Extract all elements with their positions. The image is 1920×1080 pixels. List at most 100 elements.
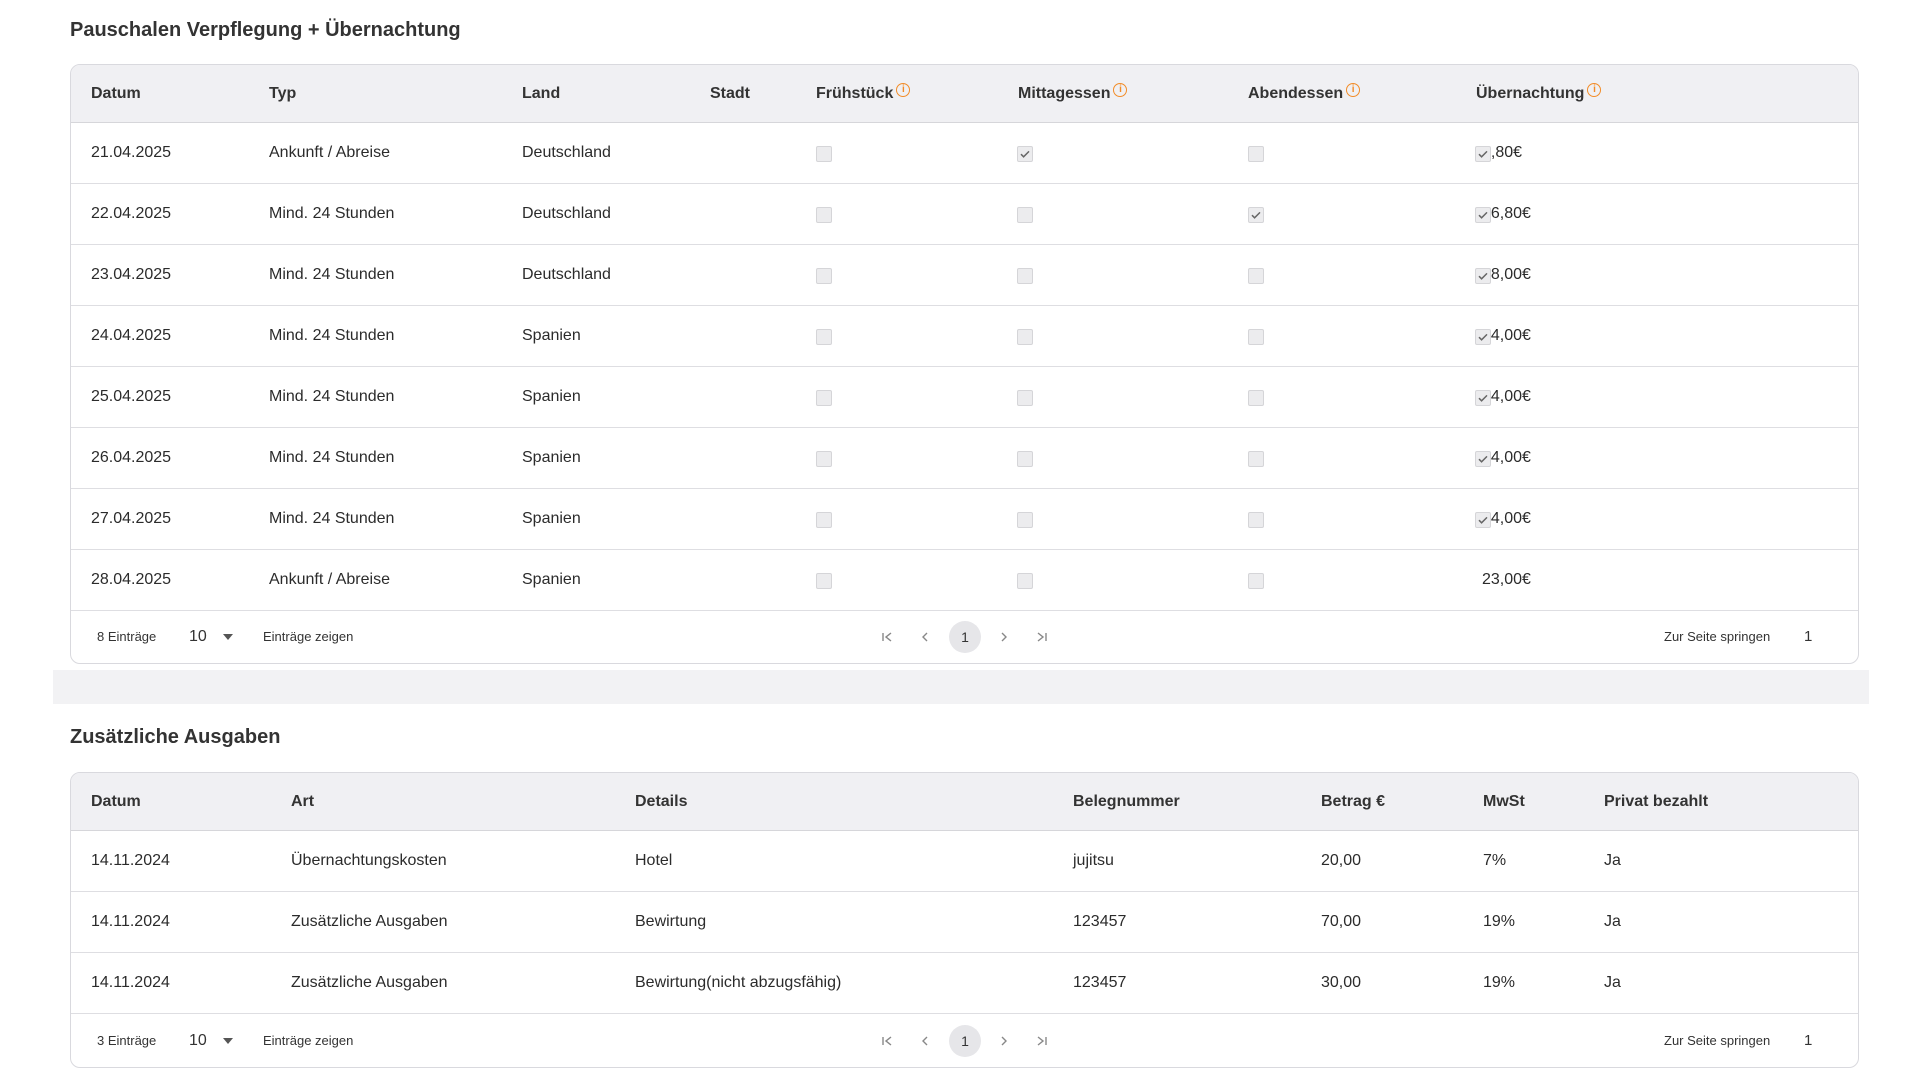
cell-typ: Mind. 24 Stunden <box>269 327 395 344</box>
checkbox-uebernachtung[interactable] <box>1475 450 1491 467</box>
checkbox-abendessen[interactable] <box>1248 206 1264 223</box>
current-page[interactable]: 1 <box>949 621 981 653</box>
next-page-icon[interactable] <box>988 611 1020 663</box>
table-row: 26.04.2025 Mind. 24 Stunden Spanien 34,00€ <box>71 428 1858 489</box>
entry-count: 3 Einträge <box>97 1033 157 1048</box>
table-row: 28.04.2025 Ankunft / Abreise Spanien 23,00€ <box>71 550 1858 611</box>
current-page[interactable]: 1 <box>949 1025 981 1057</box>
header-datum[interactable]: Datum <box>91 773 141 831</box>
header-mittagessen[interactable]: Mittagessen i <box>1018 65 1128 123</box>
info-icon[interactable]: i <box>896 83 911 97</box>
table-row: 14.11.2024 Zusätzliche Ausgaben Bewirtung(… <box>71 953 1858 1014</box>
cell-typ: Mind. 24 Stunden <box>269 449 395 466</box>
header-datum[interactable]: Datum <box>91 65 141 123</box>
checkbox-uebernachtung[interactable] <box>1475 511 1491 528</box>
table-row: 21.04.2025 Ankunft / Abreise Deutschland 2,… <box>71 123 1858 184</box>
cell-betrag: 70,00 <box>1321 913 1362 930</box>
checkbox-mittagessen[interactable] <box>1017 145 1033 162</box>
cell-betrag: 30,00 <box>1321 974 1362 991</box>
cell-datum: 14.11.2024 <box>91 974 170 991</box>
checkbox-abendessen[interactable] <box>1248 511 1264 528</box>
cell-datum: 28.04.2025 <box>91 571 172 588</box>
checkbox-abendessen[interactable] <box>1248 267 1264 284</box>
checkbox-uebernachtung[interactable] <box>1475 328 1491 345</box>
header-details[interactable]: Details <box>635 773 687 831</box>
checkbox-uebernachtung[interactable] <box>1475 145 1491 162</box>
cell-land: Deutschland <box>522 266 611 283</box>
cell-betrag: 20,00 <box>1321 852 1362 869</box>
header-stadt[interactable]: Stadt <box>710 65 750 123</box>
prev-page-icon[interactable] <box>909 611 941 663</box>
cell-datum: 24.04.2025 <box>91 327 172 344</box>
checkbox-fruehstueck[interactable] <box>816 389 832 406</box>
cell-land: Spanien <box>522 510 581 527</box>
header-betrag[interactable]: Betrag € <box>1321 773 1385 831</box>
info-icon[interactable]: i <box>1113 83 1128 97</box>
show-entries-label: Einträge zeigen <box>263 1033 354 1048</box>
cell-betrag: 23,00€ <box>1482 571 1531 588</box>
header-privat-bezahlt[interactable]: Privat bezahlt <box>1604 773 1708 831</box>
info-icon[interactable]: i <box>1346 83 1361 97</box>
last-page-icon[interactable] <box>1026 611 1058 663</box>
checkbox-mittagessen[interactable] <box>1017 389 1033 406</box>
cell-datum: 26.04.2025 <box>91 449 172 466</box>
next-page-icon[interactable] <box>988 1015 1020 1067</box>
checkbox-fruehstueck[interactable] <box>816 511 832 528</box>
info-icon[interactable]: i <box>1587 83 1602 97</box>
checkbox-mittagessen[interactable] <box>1017 328 1033 345</box>
checkbox-fruehstueck[interactable] <box>816 267 832 284</box>
checkbox-mittagessen[interactable] <box>1017 267 1033 284</box>
cell-belegnummer: 123457 <box>1073 913 1127 930</box>
checkbox-fruehstueck[interactable] <box>816 450 832 467</box>
checkbox-mittagessen[interactable] <box>1017 206 1033 223</box>
show-entries-label: Einträge zeigen <box>263 629 354 644</box>
first-page-icon[interactable] <box>871 611 903 663</box>
jump-to-page-input[interactable]: 1 <box>1804 1015 1812 1067</box>
page-size-select[interactable]: 10 <box>189 1015 239 1067</box>
checkbox-abendessen[interactable] <box>1248 389 1264 406</box>
cell-datum: 22.04.2025 <box>91 205 172 222</box>
checkbox-abendessen[interactable] <box>1248 572 1264 589</box>
cell-datum: 14.11.2024 <box>91 852 170 869</box>
table-row: 25.04.2025 Mind. 24 Stunden Spanien 34,00€ <box>71 367 1858 428</box>
cell-details: Bewirtung <box>635 913 707 930</box>
checkbox-fruehstueck[interactable] <box>816 572 832 589</box>
header-land[interactable]: Land <box>522 65 560 123</box>
first-page-icon[interactable] <box>871 1015 903 1067</box>
checkbox-mittagessen[interactable] <box>1017 450 1033 467</box>
checkbox-abendessen[interactable] <box>1248 328 1264 345</box>
last-page-icon[interactable] <box>1026 1015 1058 1067</box>
jump-to-page-input[interactable]: 1 <box>1804 611 1812 663</box>
cell-belegnummer: 123457 <box>1073 974 1127 991</box>
page-size-select[interactable]: 10 <box>189 611 239 663</box>
checkbox-uebernachtung[interactable] <box>1475 267 1491 284</box>
checkbox-fruehstueck[interactable] <box>816 145 832 162</box>
checkbox-uebernachtung[interactable] <box>1475 206 1491 223</box>
header-typ[interactable]: Typ <box>269 65 296 123</box>
header-belegnummer[interactable]: Belegnummer <box>1073 773 1180 831</box>
caret-down-icon <box>223 634 233 640</box>
cell-datum: 14.11.2024 <box>91 913 170 930</box>
table-footer: 8 Einträge 10 Einträge zeigen 1 Zur Seit… <box>71 611 1858 663</box>
checkbox-mittagessen[interactable] <box>1017 572 1033 589</box>
checkbox-abendessen[interactable] <box>1248 145 1264 162</box>
cell-mwst: 19% <box>1483 913 1516 930</box>
checkbox-abendessen[interactable] <box>1248 450 1264 467</box>
header-mwst[interactable]: MwSt <box>1483 773 1525 831</box>
header-fruehstueck[interactable]: Frühstück i <box>816 65 911 123</box>
checkbox-uebernachtung[interactable] <box>1475 389 1491 406</box>
header-uebernachtung[interactable]: Übernachtung i <box>1476 65 1602 123</box>
cell-art: Zusätzliche Ausgaben <box>291 974 448 991</box>
table-footer: 3 Einträge 10 Einträge zeigen 1 Zur Seit… <box>71 1015 1858 1067</box>
header-abendessen[interactable]: Abendessen i <box>1248 65 1361 123</box>
checkbox-mittagessen[interactable] <box>1017 511 1033 528</box>
table-header: Datum Art Details Belegnummer Betrag € M… <box>71 773 1858 831</box>
table-header: Datum Typ Land Stadt Frühstück i Mittages… <box>71 65 1858 123</box>
table-row: 14.11.2024 Zusätzliche Ausgaben Bewirtung 1… <box>71 892 1858 953</box>
checkbox-fruehstueck[interactable] <box>816 328 832 345</box>
cell-mwst: 19% <box>1483 974 1516 991</box>
header-art[interactable]: Art <box>291 773 314 831</box>
prev-page-icon[interactable] <box>909 1015 941 1067</box>
checkbox-fruehstueck[interactable] <box>816 206 832 223</box>
entry-count: 8 Einträge <box>97 629 157 644</box>
